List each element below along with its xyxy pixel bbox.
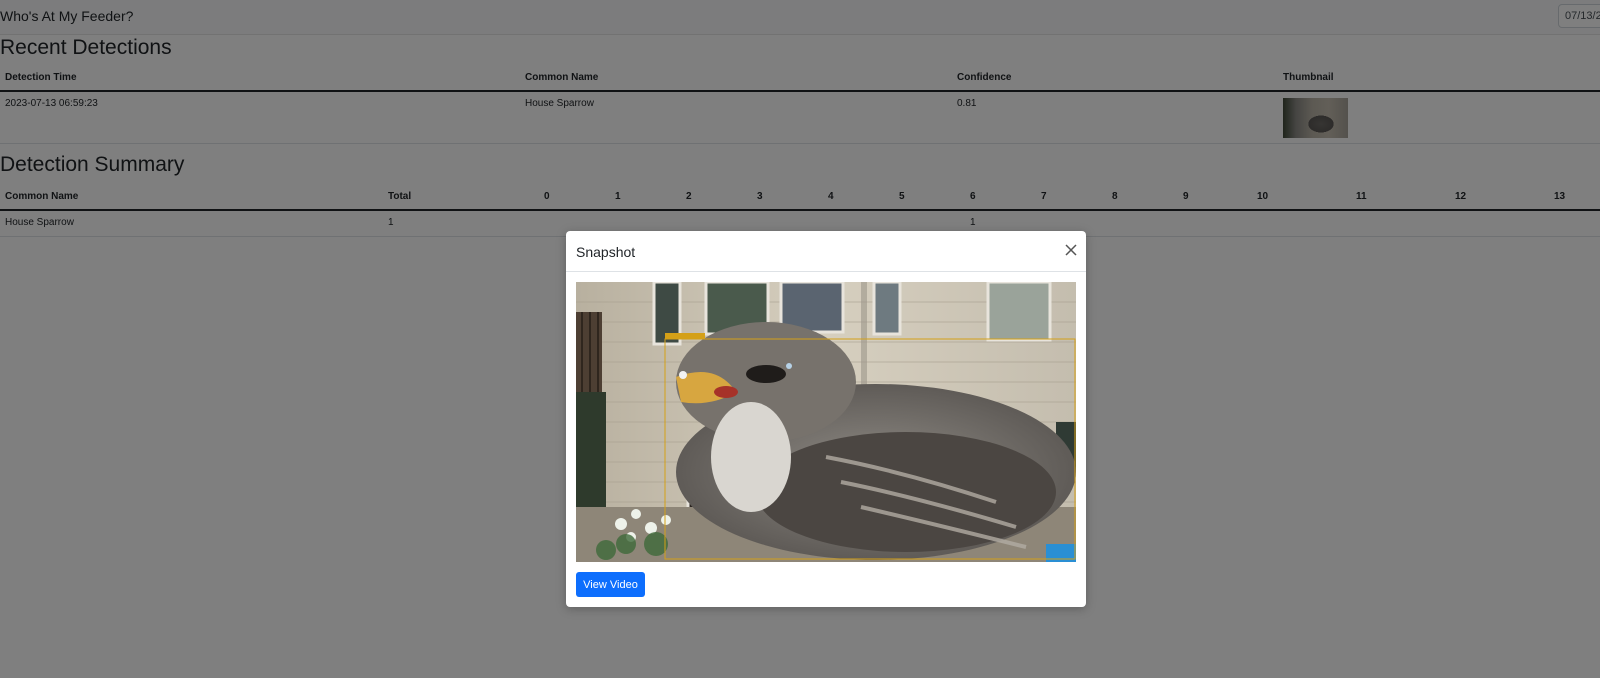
close-button[interactable]: [1062, 241, 1080, 259]
snapshot-modal: Snapshot View Video: [566, 231, 1086, 607]
snapshot-image: [576, 282, 1076, 562]
page: Who's At My Feeder? 07/13/2023 Recent De…: [0, 0, 1600, 678]
modal-header: Snapshot: [566, 231, 1086, 272]
modal-title: Snapshot: [576, 244, 636, 260]
close-icon: [1065, 244, 1077, 256]
view-video-button[interactable]: View Video: [576, 572, 645, 597]
bird-snapshot-illustration: [576, 282, 1076, 562]
